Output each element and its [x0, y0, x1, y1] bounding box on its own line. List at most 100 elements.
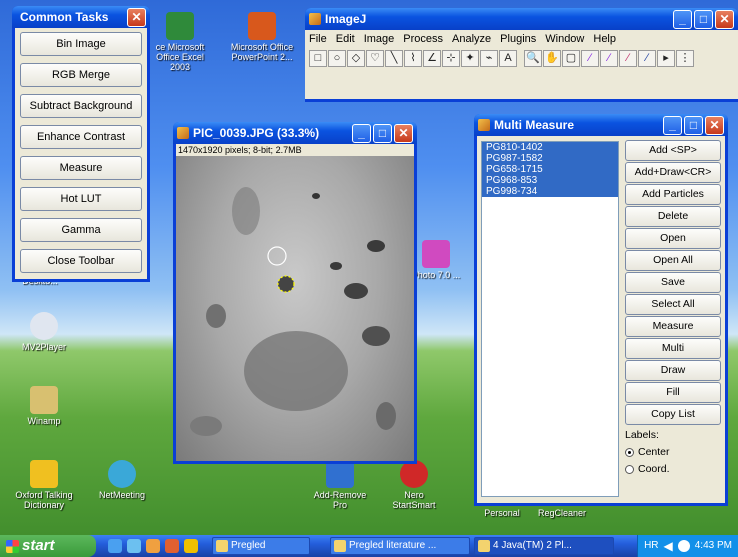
rgb-merge-button[interactable]: RGB Merge	[20, 63, 142, 87]
flood-fill-tool-icon[interactable]: ▸	[657, 50, 675, 67]
brush-tool-icon[interactable]: ∕	[600, 50, 618, 67]
roi-selection[interactable]	[277, 275, 295, 293]
quicklaunch-explorer-icon[interactable]	[127, 539, 141, 553]
desktop-icon-mv2player[interactable]: MV2Player	[12, 312, 76, 352]
line-tool-icon[interactable]: ╲	[385, 50, 403, 67]
quicklaunch-media-icon[interactable]	[165, 539, 179, 553]
delete-button[interactable]: Delete	[625, 206, 721, 227]
pencil-tool-icon[interactable]: ∕	[581, 50, 599, 67]
hot-lut-button[interactable]: Hot LUT	[20, 187, 142, 211]
more-tools-icon[interactable]: ⋮	[676, 50, 694, 67]
minimize-icon[interactable]: _	[673, 9, 692, 29]
desktop-icon-oxford[interactable]: Oxford Talking Dictionary	[12, 460, 76, 510]
center-radio[interactable]: Center	[625, 446, 721, 458]
open-button[interactable]: Open	[625, 228, 721, 249]
image-info: 1470x1920 pixels; 8-bit; 2.7MB	[176, 144, 414, 156]
multi-button[interactable]: Multi	[625, 338, 721, 359]
angle-tool-icon[interactable]: ∠	[423, 50, 441, 67]
polygon-tool-icon[interactable]: ◇	[347, 50, 365, 67]
menu-analyze[interactable]: Analyze	[452, 33, 491, 45]
menu-image[interactable]: Image	[364, 33, 395, 45]
freehand-tool-icon[interactable]: ♡	[366, 50, 384, 67]
oval-tool-icon[interactable]: ○	[328, 50, 346, 67]
start-button[interactable]: start	[0, 535, 96, 557]
save-button[interactable]: Save	[625, 272, 721, 293]
wand-tool-icon[interactable]: ✦	[461, 50, 479, 67]
measure-button[interactable]: Measure	[20, 156, 142, 180]
list-item[interactable]: PG968-853	[482, 175, 618, 186]
eraser-tool-icon[interactable]: ∕	[638, 50, 656, 67]
subtract-background-button[interactable]: Subtract Background	[20, 94, 142, 118]
list-item[interactable]: PG810-1402	[482, 142, 618, 153]
roi-circle[interactable]	[267, 246, 287, 266]
select-all-button[interactable]: Select All	[625, 294, 721, 315]
taskbar-item-pregled-literature[interactable]: Pregled literature ...	[330, 537, 470, 555]
desktop-icon-excel[interactable]: ce Microsoft Office Excel 2003	[148, 12, 212, 72]
minimize-icon[interactable]: _	[663, 115, 682, 135]
copy-list-button[interactable]: Copy List	[625, 404, 721, 425]
image-window-titlebar[interactable]: PIC_0039.JPG (33.3%) _ □ ✕	[173, 122, 417, 144]
image-window: PIC_0039.JPG (33.3%) _ □ ✕ 1470x1920 pix…	[173, 122, 417, 464]
close-icon[interactable]: ✕	[705, 115, 724, 135]
imagej-titlebar[interactable]: ImageJ _ □ ✕	[305, 8, 738, 30]
menu-plugins[interactable]: Plugins	[500, 33, 536, 45]
gamma-button[interactable]: Gamma	[20, 218, 142, 242]
open-all-button[interactable]: Open All	[625, 250, 721, 271]
maximize-icon[interactable]: □	[684, 115, 703, 135]
measure-button[interactable]: Measure	[625, 316, 721, 337]
enhance-contrast-button[interactable]: Enhance Contrast	[20, 125, 142, 149]
roi-list[interactable]: PG810-1402 PG987-1582 PG658-1715 PG968-8…	[481, 141, 619, 497]
maximize-icon[interactable]: □	[694, 9, 713, 29]
desktop-icon-regcleaner[interactable]: RegCleaner	[530, 508, 594, 518]
desktop-icon-powerpoint[interactable]: Microsoft Office PowerPoint 2...	[230, 12, 294, 62]
taskbar-item-java[interactable]: 4 Java(TM) 2 Pl...	[474, 537, 614, 555]
rectangle-tool-icon[interactable]: □	[309, 50, 327, 67]
menu-help[interactable]: Help	[593, 33, 616, 45]
desktop-icon-addremove[interactable]: Add-Remove Pro	[308, 460, 372, 510]
list-item[interactable]: PG658-1715	[482, 164, 618, 175]
magnifier-tool-icon[interactable]: 🔍	[524, 50, 542, 67]
bin-image-button[interactable]: Bin Image	[20, 32, 142, 56]
menu-window[interactable]: Window	[545, 33, 584, 45]
menu-process[interactable]: Process	[403, 33, 443, 45]
menu-edit[interactable]: Edit	[336, 33, 355, 45]
minimize-icon[interactable]: _	[352, 123, 371, 143]
add-button[interactable]: Add <SP>	[625, 140, 721, 161]
desktop-icon-winamp[interactable]: Winamp	[12, 386, 76, 426]
add-draw-button[interactable]: Add+Draw<CR>	[625, 162, 721, 183]
quicklaunch-program-icon[interactable]	[184, 539, 198, 553]
desktop-icon-netmeeting[interactable]: NetMeeting	[90, 460, 154, 500]
close-icon[interactable]: ✕	[394, 123, 413, 143]
segment-tool-icon[interactable]: ⌁	[480, 50, 498, 67]
desktop-icon-personal[interactable]: Personal	[470, 508, 534, 518]
maximize-icon[interactable]: □	[373, 123, 392, 143]
language-indicator[interactable]: HR	[644, 535, 658, 557]
desktop-icon-nero[interactable]: Nero StartSmart	[382, 460, 446, 510]
add-particles-button[interactable]: Add Particles	[625, 184, 721, 205]
close-toolbar-button[interactable]: Close Toolbar	[20, 249, 142, 273]
quicklaunch-photo-icon[interactable]	[146, 539, 160, 553]
taskbar-item-pregled[interactable]: Pregled	[212, 537, 310, 555]
dropper-tool-icon[interactable]: ▢	[562, 50, 580, 67]
java-icon	[478, 119, 490, 131]
tray-app-icon[interactable]	[677, 540, 690, 552]
hand-tool-icon[interactable]: ✋	[543, 50, 561, 67]
radio-label: Coord.	[638, 463, 670, 475]
quicklaunch-ie-icon[interactable]	[108, 539, 122, 553]
tray-arrow-icon[interactable]: ◀	[664, 535, 673, 557]
menu-file[interactable]: File	[309, 33, 327, 45]
fill-button[interactable]: Fill	[625, 382, 721, 403]
image-canvas[interactable]	[176, 156, 414, 461]
text-tool-icon[interactable]: A	[499, 50, 517, 67]
close-icon[interactable]: ✕	[127, 7, 146, 27]
point-tool-icon[interactable]: ⊹	[442, 50, 460, 67]
list-item[interactable]: PG987-1582	[482, 153, 618, 164]
coord-radio[interactable]: Coord.	[625, 463, 721, 475]
polyline-tool-icon[interactable]: ⌇	[404, 50, 422, 67]
spray-tool-icon[interactable]: ∕	[619, 50, 637, 67]
common-tasks-titlebar[interactable]: Common Tasks ✕	[12, 6, 150, 28]
close-icon[interactable]: ✕	[715, 9, 734, 29]
draw-button[interactable]: Draw	[625, 360, 721, 381]
list-item[interactable]: PG998-734	[482, 186, 618, 197]
multi-measure-titlebar[interactable]: Multi Measure _ □ ✕	[474, 114, 728, 136]
